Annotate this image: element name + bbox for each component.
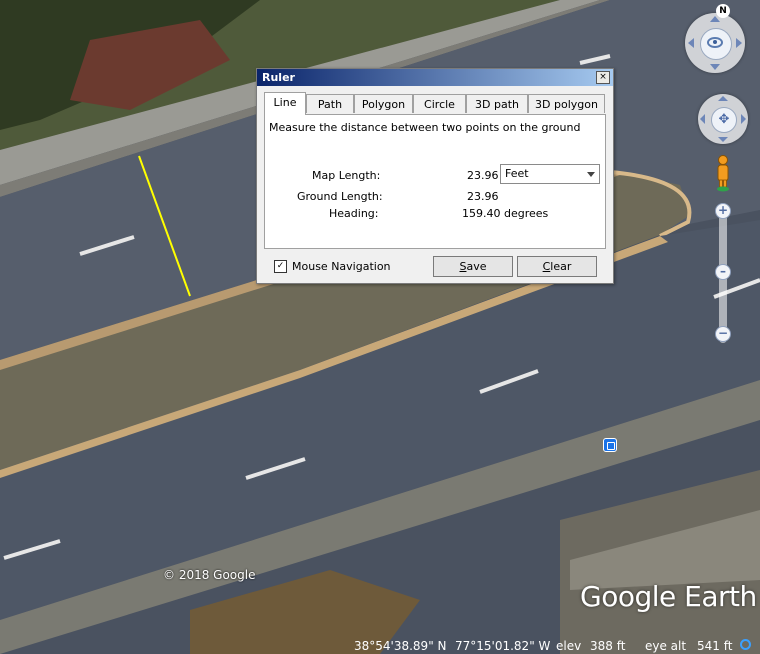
streaming-status-icon <box>740 639 751 650</box>
checkbox-check-icon[interactable]: ✓ <box>274 260 287 273</box>
save-button[interactable]: Save <box>433 256 513 277</box>
elevation-label: elev <box>556 639 582 653</box>
map-length-value: 23.96 <box>467 169 499 182</box>
mouse-navigation-checkbox[interactable]: ✓ Mouse Navigation <box>274 259 391 275</box>
tab-polygon[interactable]: Polygon <box>354 94 413 113</box>
look-left-arrow-icon[interactable] <box>688 38 694 48</box>
look-navigation-control[interactable] <box>685 13 745 73</box>
north-indicator[interactable]: N <box>716 4 730 18</box>
map-length-label: Map Length: <box>312 169 381 182</box>
street-view-pegman-icon[interactable] <box>713 154 733 192</box>
heading-label: Heading: <box>329 207 379 220</box>
tab-3d-path[interactable]: 3D path <box>466 94 528 113</box>
copyright-notice: © 2018 Google <box>163 568 256 582</box>
look-right-arrow-icon[interactable] <box>736 38 742 48</box>
elevation-value: 388 ft <box>590 639 626 653</box>
tab-path[interactable]: Path <box>306 94 354 113</box>
move-right-arrow-icon[interactable] <box>741 114 746 124</box>
tab-3d-polygon[interactable]: 3D polygon <box>528 94 605 113</box>
hand-pan-icon[interactable]: ✥ <box>711 107 737 133</box>
ruler-dialog: Ruler × Line Path Polygon Circle 3D path… <box>256 68 614 284</box>
move-navigation-control[interactable]: ✥ <box>698 94 748 144</box>
instruction-text: Measure the distance between two points … <box>269 121 581 134</box>
look-down-arrow-icon[interactable] <box>710 64 720 70</box>
chevron-down-icon <box>587 172 595 177</box>
longitude-readout: 77°15'01.82" W <box>455 639 551 653</box>
latitude-readout: 38°54'38.89" N <box>354 639 447 653</box>
google-earth-logo: Google Earth <box>580 580 757 613</box>
close-button[interactable]: × <box>596 71 610 84</box>
ground-length-label: Ground Length: <box>297 190 383 203</box>
heading-value: 159.40 degrees <box>462 207 549 220</box>
tab-circle[interactable]: Circle <box>413 94 466 113</box>
zoom-slider-handle[interactable]: – <box>715 264 731 280</box>
ruler-title-bar[interactable]: Ruler × <box>257 69 613 86</box>
move-up-arrow-icon[interactable] <box>718 96 728 101</box>
eye-altitude-label: eye alt <box>645 639 687 653</box>
ground-length-value: 23.96 <box>467 190 499 203</box>
clear-button[interactable]: Clear <box>517 256 597 277</box>
ruler-title: Ruler <box>262 71 295 84</box>
tab-line[interactable]: Line <box>264 92 306 115</box>
bus-stop-icon[interactable] <box>603 438 617 452</box>
move-down-arrow-icon[interactable] <box>718 137 728 142</box>
units-selected-value: Feet <box>505 167 529 180</box>
eye-altitude-value: 541 ft <box>697 639 733 653</box>
units-dropdown[interactable]: Feet <box>500 164 600 184</box>
zoom-out-button[interactable]: − <box>715 326 731 342</box>
zoom-in-button[interactable]: + <box>715 203 731 219</box>
eye-icon <box>707 37 723 48</box>
move-left-arrow-icon[interactable] <box>700 114 705 124</box>
mouse-navigation-label[interactable]: Mouse Navigation <box>292 260 391 273</box>
